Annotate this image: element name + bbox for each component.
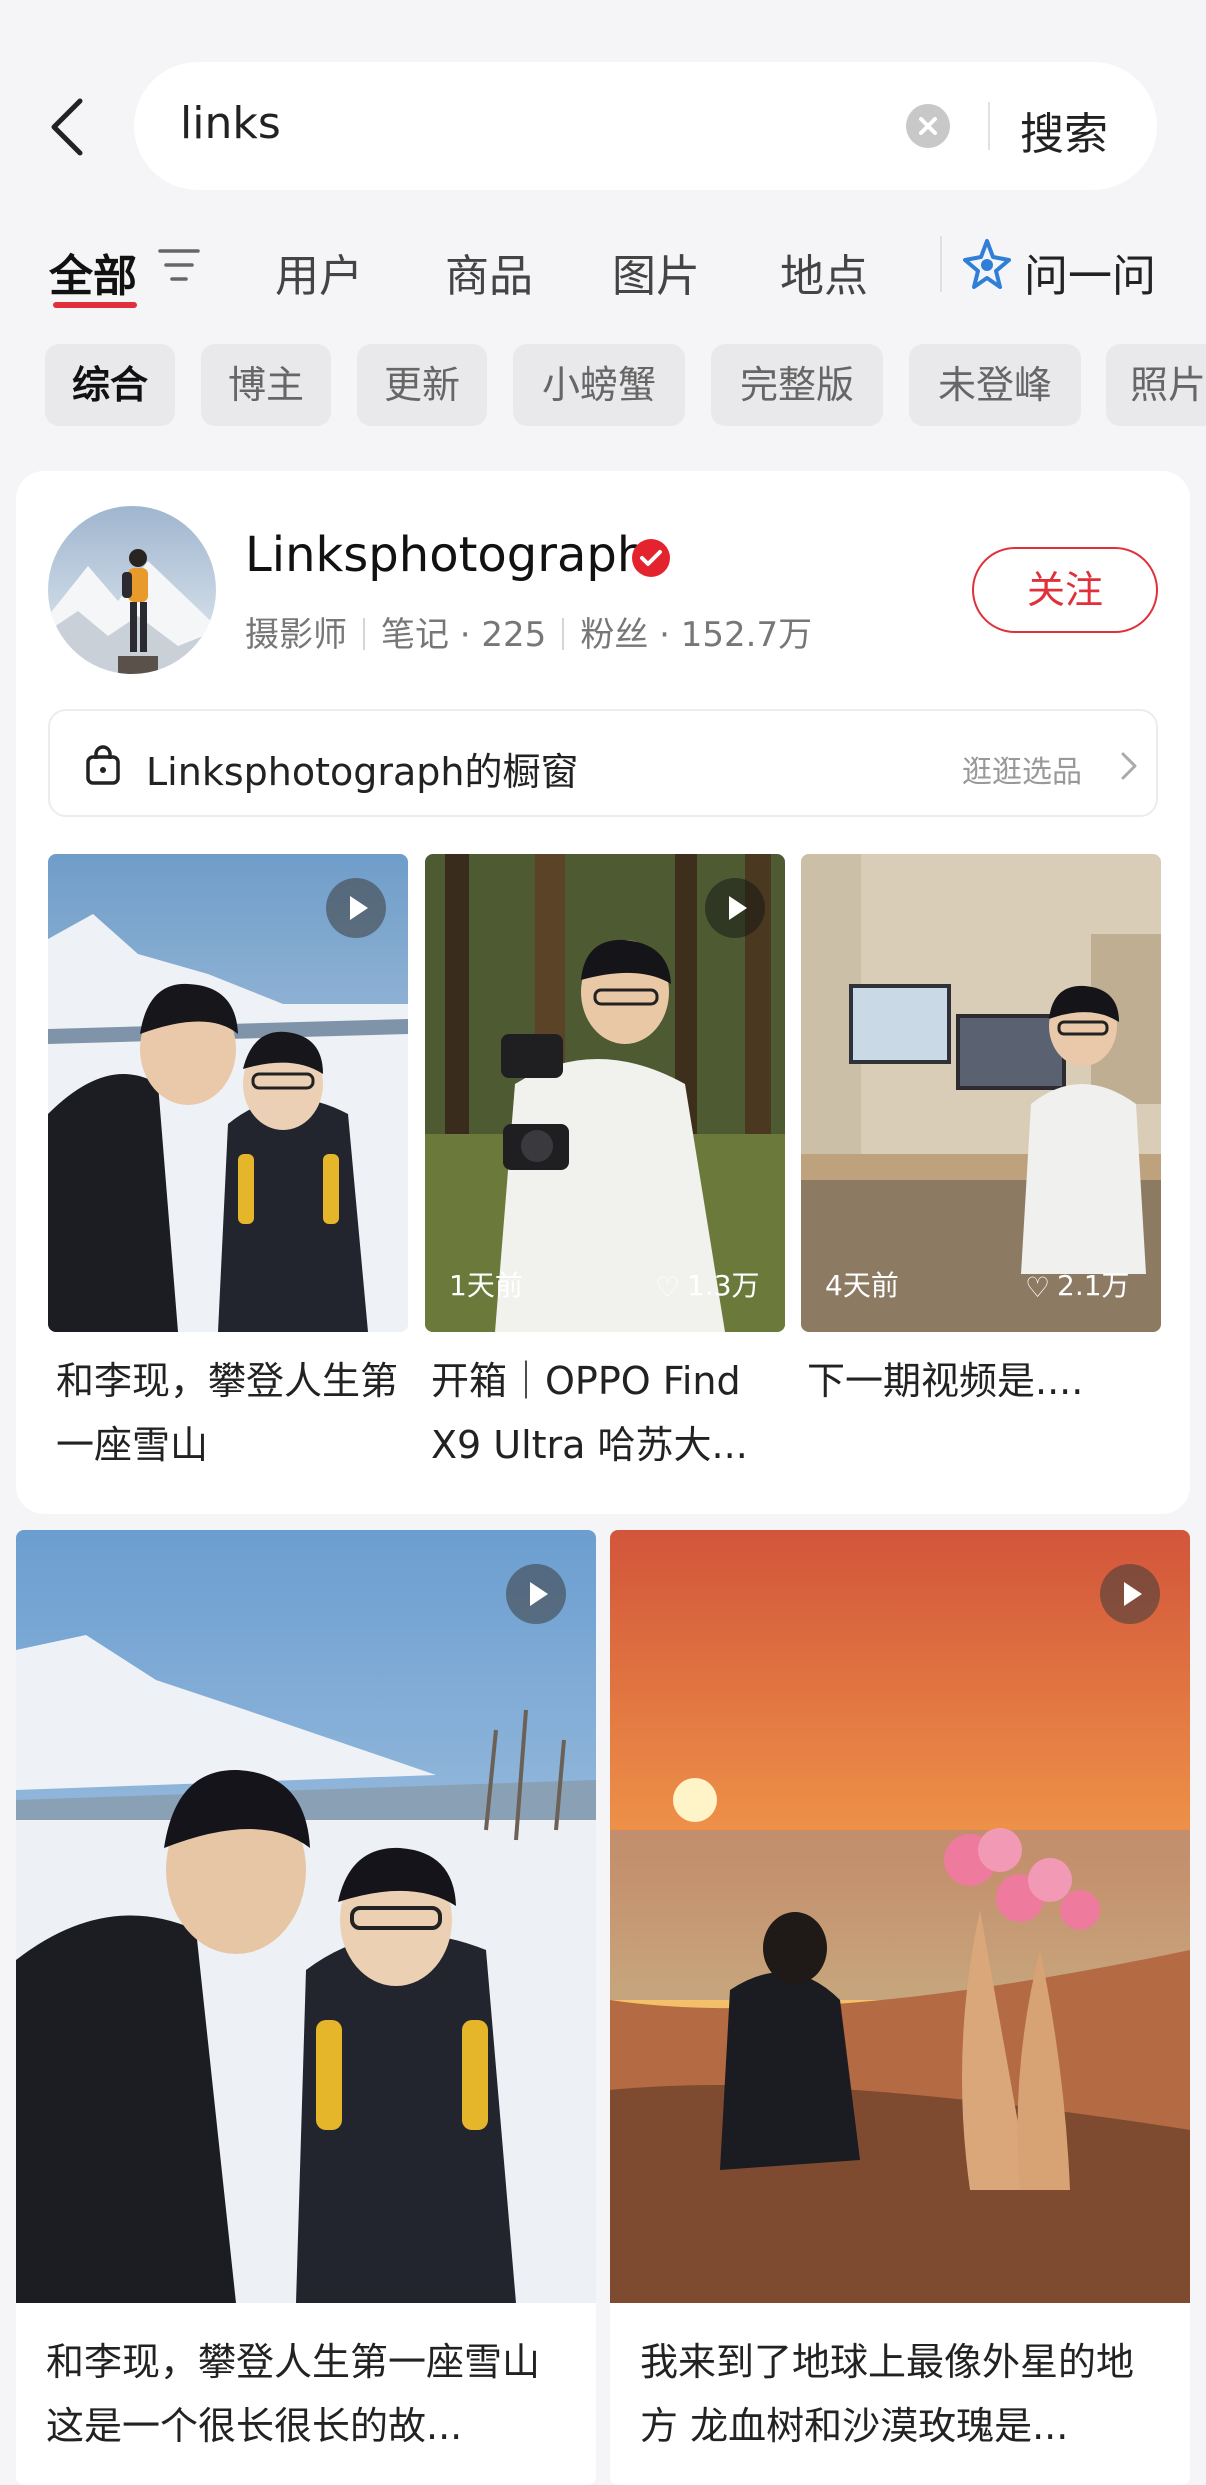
feed-image: [16, 1530, 596, 2303]
username[interactable]: Linksphotograph: [245, 527, 647, 583]
user-stats: 摄影师 笔记 · 225 粉丝 · 152.7万: [245, 607, 812, 656]
shop-window-title: Linksphotograph的橱窗: [146, 750, 579, 794]
post-likes: 2.1万: [1057, 1269, 1130, 1302]
avatar[interactable]: [48, 506, 216, 674]
user-post-thumb[interactable]: [48, 854, 408, 1332]
chip-summit[interactable]: 未登峰: [909, 344, 1081, 426]
search-divider: [988, 102, 990, 150]
user-notes-count: 笔记 · 225: [381, 615, 547, 655]
filter-icon[interactable]: [158, 247, 200, 283]
tab-divider: [940, 236, 942, 292]
tab-all[interactable]: 全部: [49, 240, 137, 304]
shopping-bag-icon: [86, 745, 120, 785]
chip-photos[interactable]: 照片: [1106, 344, 1206, 426]
feed-card[interactable]: 我来到了地球上最像外星的地方 龙血树和沙漠玫瑰是...: [610, 1530, 1190, 2485]
feed-caption[interactable]: 和李现，攀登人生第一座雪山 这是一个很长很长的故...: [46, 2330, 576, 2458]
play-icon: [326, 878, 386, 938]
follow-button[interactable]: 关注: [972, 547, 1158, 633]
user-role: 摄影师: [245, 615, 347, 655]
shop-window-row[interactable]: Linksphotograph的橱窗 逛逛选品: [48, 709, 1158, 817]
search-input[interactable]: links: [180, 98, 281, 149]
chevron-right-icon: [1121, 752, 1137, 780]
play-icon: [506, 1564, 566, 1624]
post-time: 4天前: [825, 1269, 899, 1302]
back-arrow-icon[interactable]: [44, 95, 92, 159]
user-post-caption[interactable]: 开箱｜OPPO Find X9 Ultra 哈苏大...: [431, 1349, 801, 1477]
user-post-thumb[interactable]: 4天前 ♡ 2.1万: [801, 854, 1161, 1332]
post-likes: 1.3万: [687, 1269, 760, 1302]
chip-full-version[interactable]: 完整版: [711, 344, 883, 426]
search-button[interactable]: 搜索: [1020, 98, 1108, 162]
user-post-thumb[interactable]: 1天前 ♡ 1.3万: [425, 854, 785, 1332]
tab-ask[interactable]: 问一问: [1024, 240, 1156, 304]
heart-icon: ♡: [655, 1271, 681, 1304]
user-post-caption[interactable]: 下一期视频是....: [807, 1349, 1177, 1413]
chip-comprehensive[interactable]: 综合: [45, 344, 175, 426]
ask-sparkle-icon[interactable]: [962, 238, 1012, 290]
feed-image: [610, 1530, 1190, 2303]
play-icon: [1100, 1564, 1160, 1624]
tab-products[interactable]: 商品: [445, 240, 533, 304]
post-time: 1天前: [449, 1269, 523, 1302]
tab-images[interactable]: 图片: [612, 240, 700, 304]
user-fans-count: 粉丝 · 152.7万: [580, 615, 813, 655]
chip-update[interactable]: 更新: [357, 344, 487, 426]
shop-browse-link[interactable]: 逛逛选品: [962, 747, 1082, 791]
user-card[interactable]: Linksphotograph 摄影师 笔记 · 225 粉丝 · 152.7万 关…: [16, 471, 1190, 1514]
clear-icon[interactable]: [906, 104, 950, 148]
verified-badge-icon: [632, 539, 670, 577]
tab-places[interactable]: 地点: [780, 240, 868, 304]
feed-caption[interactable]: 我来到了地球上最像外星的地方 龙血树和沙漠玫瑰是...: [640, 2330, 1170, 2458]
chip-crab[interactable]: 小螃蟹: [513, 344, 685, 426]
feed-card[interactable]: 和李现，攀登人生第一座雪山 这是一个很长很长的故...: [16, 1530, 596, 2485]
tab-active-indicator: [53, 302, 137, 308]
chip-blogger[interactable]: 博主: [201, 344, 331, 426]
play-icon: [705, 878, 765, 938]
search-box[interactable]: links 搜索: [134, 62, 1157, 190]
user-post-caption[interactable]: 和李现，攀登人生第一座雪山: [56, 1349, 426, 1477]
tab-users[interactable]: 用户: [275, 240, 363, 304]
heart-icon: ♡: [1025, 1271, 1051, 1304]
